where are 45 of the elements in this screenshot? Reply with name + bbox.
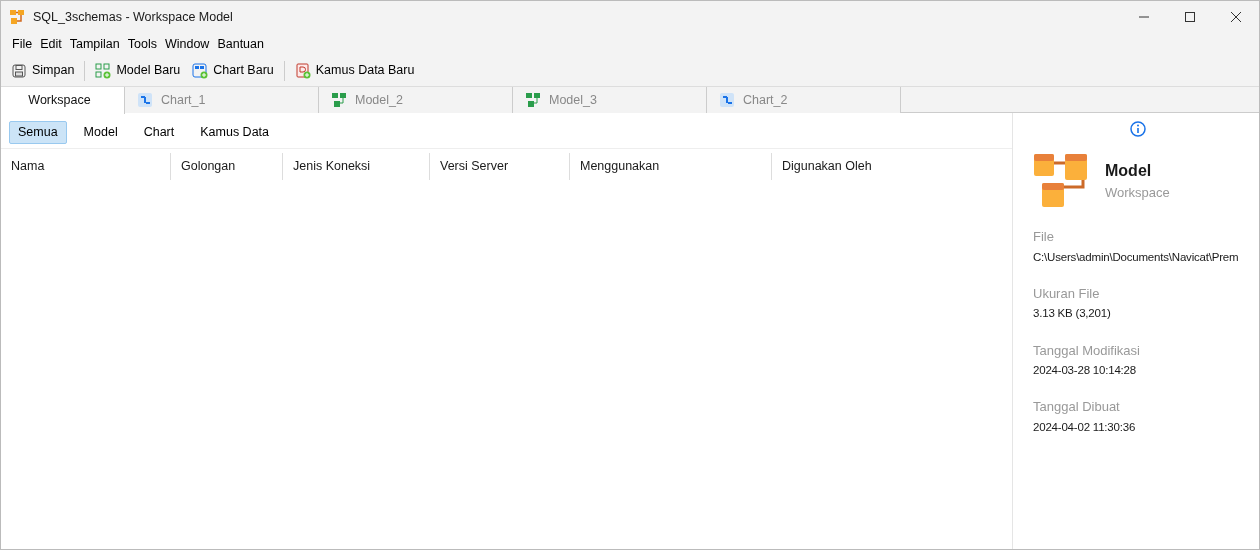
column-header[interactable]: Versi Server [430,152,570,180]
filter-button[interactable]: Model [74,121,127,144]
filter-button[interactable]: Chart [134,121,184,144]
tab[interactable]: Workspace [1,87,125,114]
column-header[interactable]: Jenis Koneksi [283,152,430,180]
field-label: Tanggal Modifikasi [1033,341,1141,360]
toolbar-button[interactable]: Chart Baru [188,59,278,82]
close-icon[interactable] [1231,12,1241,22]
chart-icon [137,92,153,108]
maximize-icon[interactable] [1185,12,1195,22]
info-subtitle: Workspace [1105,184,1170,203]
chart-add-icon [192,62,209,79]
field-value: 3.13 KB (3,201) [1033,306,1112,322]
window-title: SQL_3schemas - Workspace Model [33,8,233,26]
menu-item[interactable]: File [8,34,37,54]
field-label: Ukuran File [1033,284,1101,303]
toolbar-button[interactable]: Simpan [7,59,79,82]
save-icon [11,62,27,79]
diagram-add-icon [95,62,112,79]
filter-button[interactable]: Semua [9,121,67,144]
menu-item[interactable]: Window [160,34,214,54]
model-icon [1033,153,1089,209]
diagram-icon [525,92,541,108]
diagram-icon [331,92,347,108]
info-title: Model [1105,161,1153,182]
filter-button[interactable]: Kamus Data [191,121,278,144]
menu-item[interactable]: Edit [36,34,66,54]
column-header[interactable]: Digunakan Oleh [772,152,1012,180]
column-header[interactable]: Menggunakan [570,152,772,180]
toolbar-button[interactable]: Kamus Data Baru [290,59,419,82]
menu-item[interactable]: Bantuan [213,34,268,54]
field-value: 2024-03-28 10:14:28 [1033,363,1137,378]
menu-item[interactable]: Tools [123,34,161,54]
column-header[interactable]: Golongan [171,152,283,180]
field-label: Tanggal Dibuat [1033,398,1121,417]
field-value: C:\Users\admin\Documents\Navicat\Prem [1033,249,1240,265]
info-icon[interactable] [1129,121,1146,137]
field-value: 2024-04-02 11:30:36 [1033,419,1137,435]
menu-item[interactable]: Tampilan [65,34,124,54]
field-label: File [1033,228,1055,246]
document-add-icon [294,62,311,79]
column-header[interactable]: Nama [1,152,171,180]
app-icon [9,9,25,25]
toolbar-button[interactable]: Model Baru [91,59,185,82]
chart-icon [719,92,735,108]
